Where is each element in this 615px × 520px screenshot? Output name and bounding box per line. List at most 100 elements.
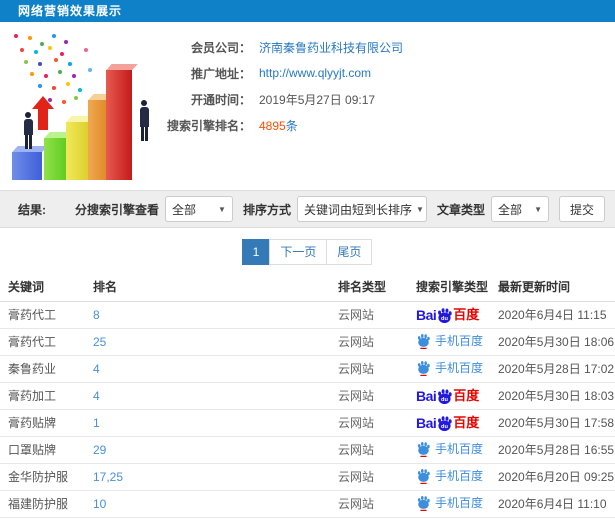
keyword-cell: 膏药代工 <box>0 301 85 329</box>
table-header-row: 关键词 排名 排名类型 搜索引擎类型 最新更新时间 <box>0 273 615 302</box>
engine-type-cell: Bai du 百度 <box>408 382 490 410</box>
promo-url-row: 推广地址： http://www.qlyyjt.com <box>155 60 403 86</box>
mobile-baidu-logo: 手机百度 <box>416 468 483 484</box>
table-row: 膏药加工 4 云网站 Bai du 百度 2020年5月30日 18:03 <box>0 382 615 410</box>
mobile-baidu-logo: 手机百度 <box>416 333 483 349</box>
promo-url-link[interactable]: http://www.qlyyjt.com <box>259 66 371 80</box>
company-label: 会员公司： <box>190 40 251 55</box>
engine-type-cell: Bai du 百度 <box>408 301 490 329</box>
mobile-baidu-logo: 手机百度 <box>416 441 483 457</box>
rank-link[interactable]: 8 <box>93 308 100 322</box>
rank-link[interactable]: 29 <box>93 443 106 457</box>
open-time-value: 2019年5月27日 09:17 <box>259 92 376 107</box>
rank-link[interactable]: 17,25 <box>93 470 123 484</box>
engine-type-cell: Bai du 百度 <box>408 436 490 464</box>
rank-cell: 17,25 <box>85 463 330 491</box>
last-page-button[interactable]: 尾页 <box>326 239 373 265</box>
promo-url-label: 推广地址： <box>190 66 251 81</box>
rank-link[interactable]: 4 <box>93 362 100 376</box>
updated-cell: 2020年5月30日 18:03 <box>490 382 615 410</box>
mobile-baidu-logo: 手机百度 <box>416 495 483 511</box>
baidu-paw-icon <box>417 468 430 484</box>
engine-type-cell: Bai du 百度 <box>408 490 490 518</box>
filter-bar: 结果: 分搜索引擎查看 全部 ▼ 排序方式 关键词由短到长排序 ▼ 文章类型 全部 ▼… <box>0 190 615 228</box>
baidu-paw-icon <box>417 360 430 376</box>
open-time-row: 开通时间： 2019年5月27日 09:17 <box>155 86 403 112</box>
baidu-paw-icon: du <box>438 307 452 323</box>
company-link[interactable]: 济南秦鲁药业科技有限公司 <box>259 39 403 56</box>
rank-link[interactable]: 1 <box>93 416 100 430</box>
baidu-paw-icon: du <box>438 415 452 431</box>
rank-cell: 29 <box>85 436 330 464</box>
chart-bar-red <box>106 70 132 180</box>
engine-filter-label: 分搜索引擎查看 <box>74 202 159 217</box>
col-header-keyword: 关键词 <box>0 273 85 302</box>
rank-cell: 8 <box>85 301 330 329</box>
keyword-cell: 口罩贴牌 <box>0 436 85 464</box>
page-1-button[interactable]: 1 <box>241 239 271 265</box>
updated-cell: 2020年6月4日 11:10 <box>490 490 615 518</box>
col-header-rank: 排名 <box>85 273 330 302</box>
keyword-cell: 膏药贴牌 <box>0 409 85 437</box>
updated-cell: 2020年5月30日 18:06 <box>490 328 615 356</box>
baidu-paw-icon <box>417 441 430 457</box>
rank-count-label: 搜索引擎排名： <box>166 118 251 133</box>
chevron-down-icon: ▼ <box>415 204 424 214</box>
table-row: 福建防护服 10 云网站 Bai du 百度 <box>0 490 615 518</box>
baidu-paw-icon: du <box>438 388 452 404</box>
article-type-label: 文章类型 <box>436 202 485 217</box>
rank-type-cell: 云网站 <box>330 436 408 464</box>
svg-text:du: du <box>441 396 448 402</box>
updated-cell: 2020年6月20日 09:25 <box>490 463 615 491</box>
keyword-cell: 膏药加工 <box>0 382 85 410</box>
col-header-engine-type: 搜索引擎类型 <box>408 273 490 302</box>
next-page-button[interactable]: 下一页 <box>269 239 328 265</box>
sort-select[interactable]: 关键词由短到长排序 ▼ <box>296 196 427 222</box>
table-row: 口罩贴牌 29 云网站 Bai du 百度 <box>0 436 615 464</box>
col-header-rank-type: 排名类型 <box>330 273 408 302</box>
rank-link[interactable]: 25 <box>93 335 106 349</box>
keyword-cell: 福建防护服 <box>0 490 85 518</box>
member-info-list: 会员公司： 济南秦鲁药业科技有限公司 推广地址： http://www.qlyy… <box>155 34 403 138</box>
table-row: 膏药贴牌 1 云网站 Bai du 百度 2020年5月30日 17:58 <box>0 409 615 437</box>
rank-type-cell: 云网站 <box>330 301 408 329</box>
updated-cell: 2020年5月28日 17:02 <box>490 355 615 383</box>
submit-button[interactable]: 提交 <box>558 196 605 222</box>
svg-text:du: du <box>441 423 448 429</box>
rank-cell: 4 <box>85 355 330 383</box>
pagination: 1 下一页 尾页 <box>0 239 615 265</box>
rank-link[interactable]: 10 <box>93 497 106 511</box>
baidu-pc-logo: Bai du 百度 <box>416 388 480 404</box>
engine-type-cell: Bai du 百度 <box>408 355 490 383</box>
mobile-baidu-logo: 手机百度 <box>416 360 483 376</box>
baidu-pc-logo: Bai du 百度 <box>416 307 480 323</box>
rank-cell: 4 <box>85 382 330 410</box>
growth-arrow-icon <box>32 96 54 132</box>
table-row: 膏药代工 25 云网站 Bai du 百度 <box>0 328 615 356</box>
rank-count-row: 搜索引擎排名： 4895条 <box>155 112 403 138</box>
rank-cell: 1 <box>85 409 330 437</box>
open-time-label: 开通时间： <box>190 92 251 107</box>
updated-cell: 2020年6月4日 11:15 <box>490 301 615 329</box>
rank-link[interactable]: 4 <box>93 389 100 403</box>
businessman-figure-right <box>138 100 150 141</box>
chevron-down-icon: ▼ <box>218 204 226 214</box>
keyword-cell: 膏药代工 <box>0 328 85 356</box>
engine-type-cell: Bai du 百度 <box>408 463 490 491</box>
keyword-cell: 金华防护服 <box>0 463 85 491</box>
marketing-chart-image <box>6 30 170 184</box>
table-row: 金华防护服 17,25 云网站 Bai du 百度 <box>0 463 615 491</box>
rank-type-cell: 云网站 <box>330 463 408 491</box>
article-type-select[interactable]: 全部 ▼ <box>490 196 549 222</box>
baidu-pc-logo: Bai du 百度 <box>416 415 480 431</box>
engine-filter-select[interactable]: 全部 ▼ <box>164 196 233 222</box>
rank-type-cell: 云网站 <box>330 328 408 356</box>
keyword-cell: 秦鲁药业 <box>0 355 85 383</box>
page-header: 网络营销效果展示 <box>0 0 615 22</box>
company-row: 会员公司： 济南秦鲁药业科技有限公司 <box>155 34 403 60</box>
rank-cell: 10 <box>85 490 330 518</box>
table-row: 膏药代工 8 云网站 Bai du 百度 2020年6月4日 11:15 <box>0 301 615 329</box>
page-title: 网络营销效果展示 <box>18 4 123 18</box>
engine-type-cell: Bai du 百度 <box>408 409 490 437</box>
result-label: 结果: <box>18 202 46 217</box>
